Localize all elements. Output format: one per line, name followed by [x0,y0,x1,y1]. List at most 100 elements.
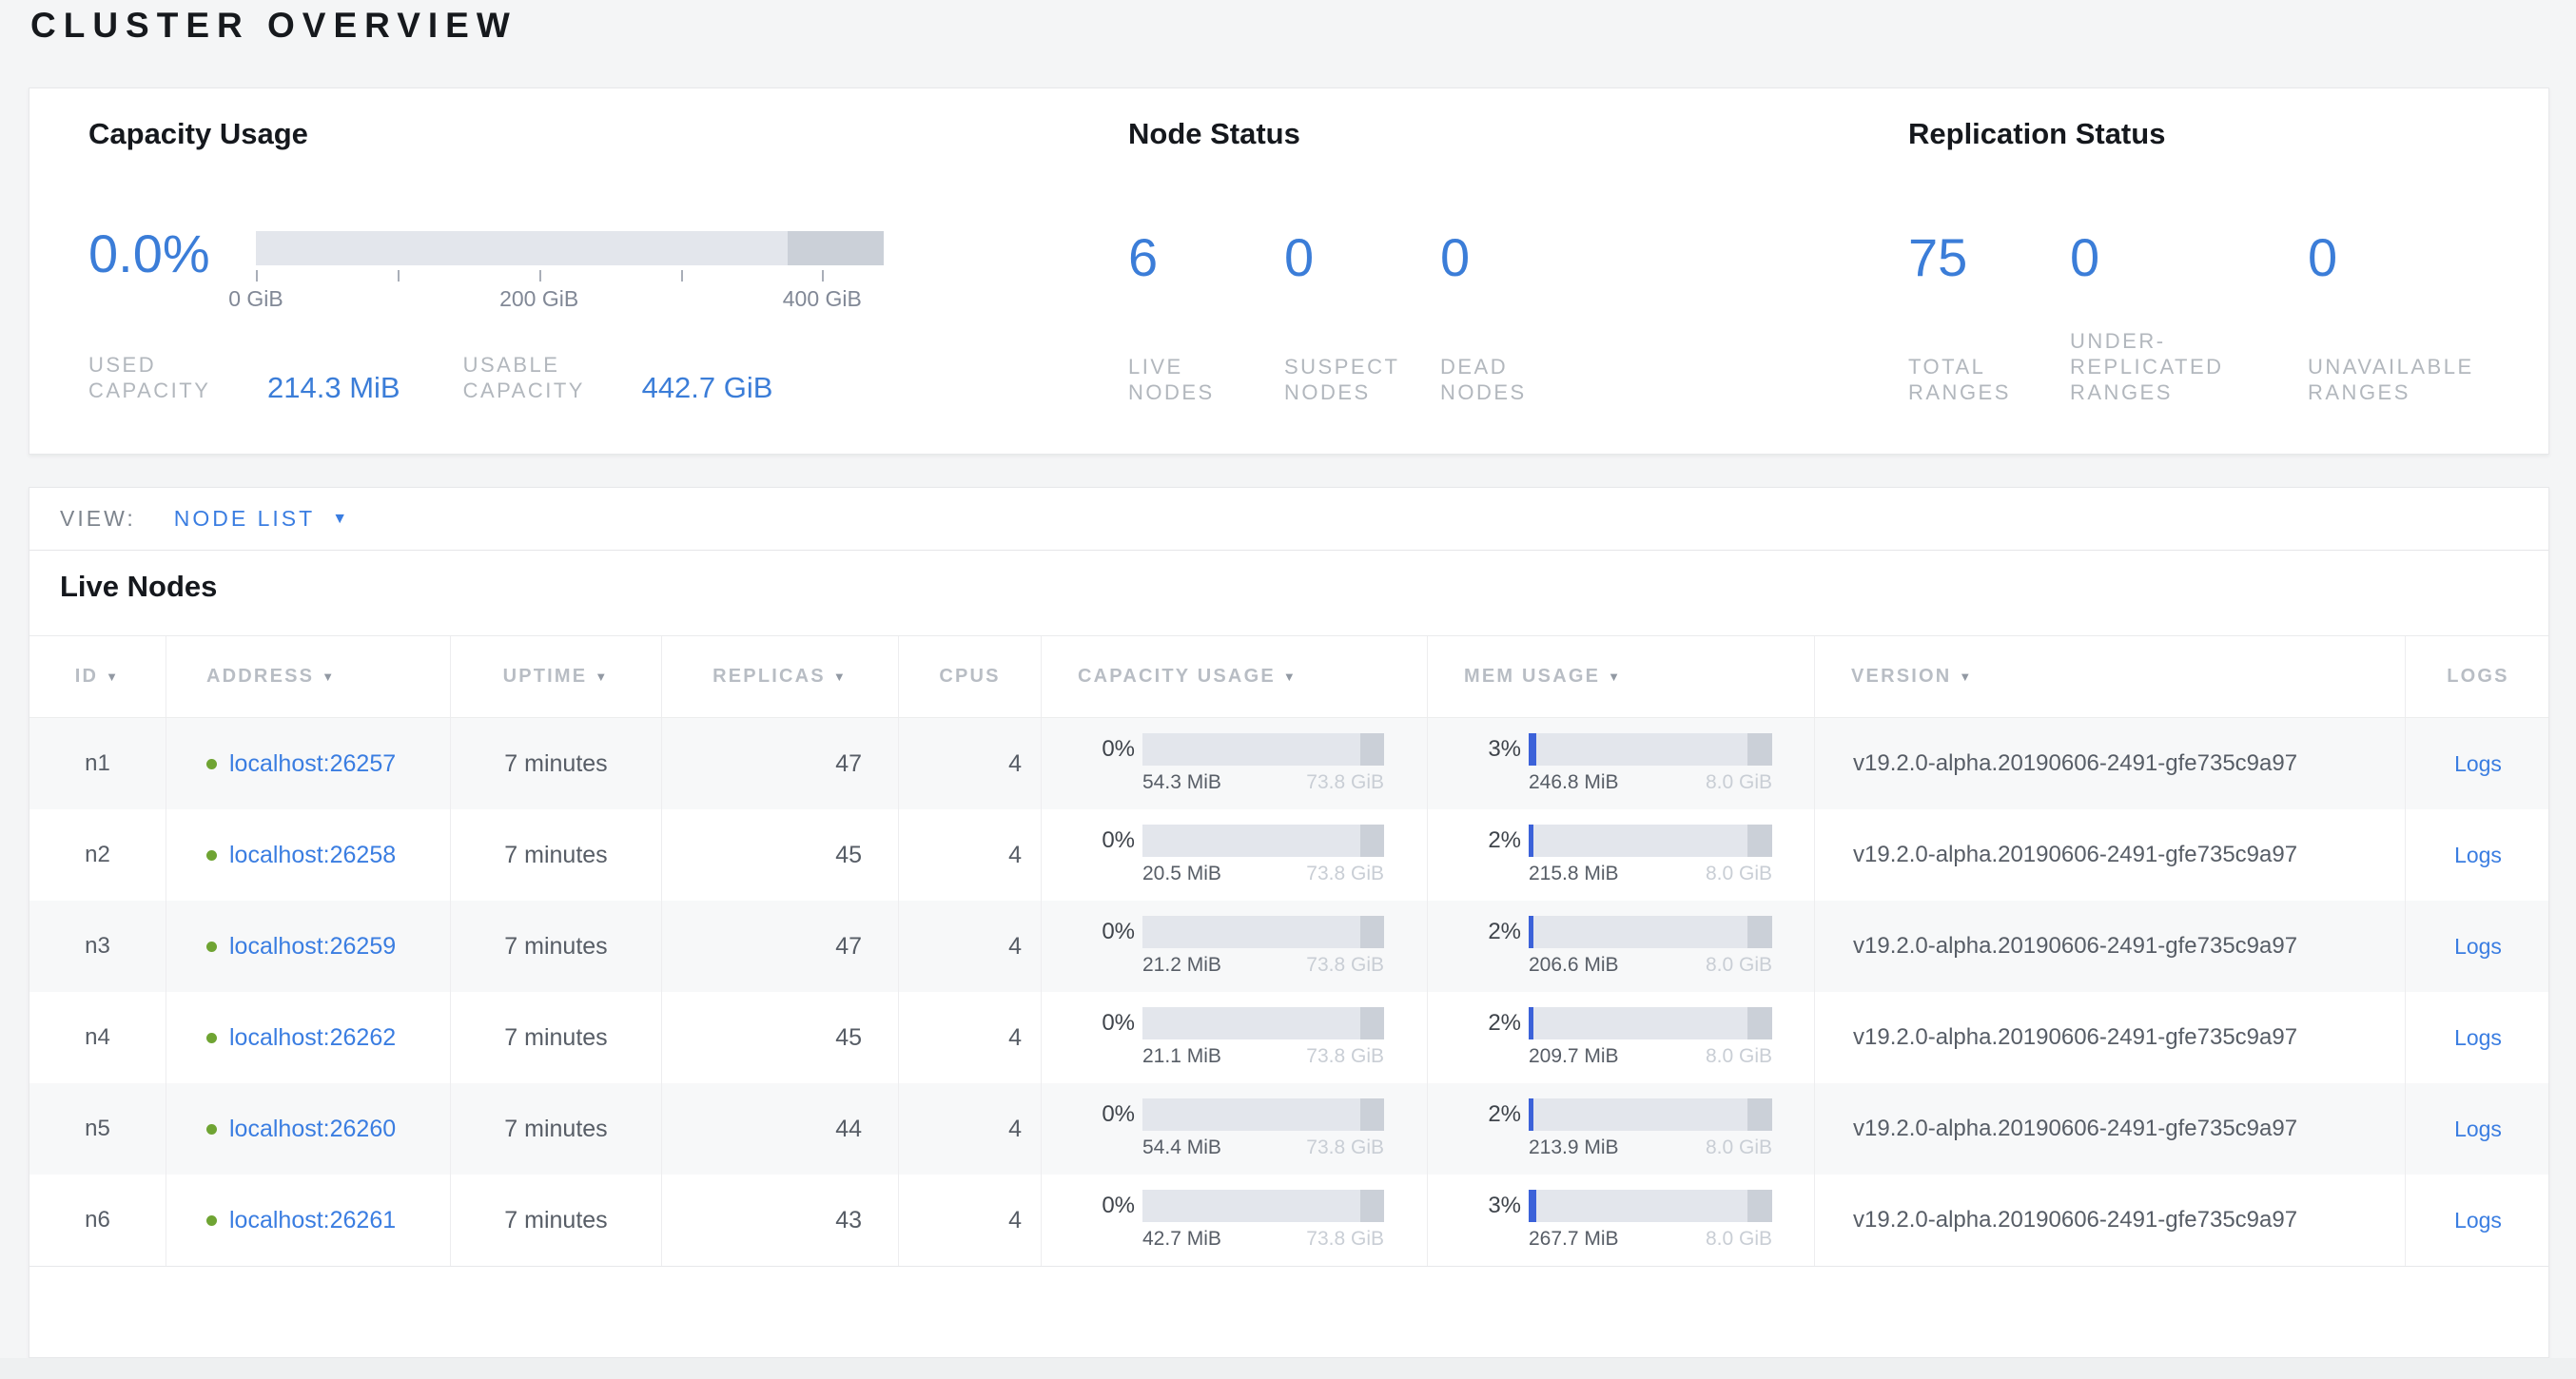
logs-link[interactable]: Logs [2454,1208,2502,1233]
suspect-nodes-count: 0 [1284,231,1440,284]
version-cell: v19.2.0-alpha.20190606-2491-gfe735c9a97 [1814,992,2405,1083]
total-ranges-stat: 75 TOTAL RANGES [1908,231,2070,456]
view-selected-value: NODE LIST [174,506,315,532]
capacity-axis-ticks [256,270,884,283]
meter-used-value: 213.9 MiB [1529,1136,1619,1159]
usable-capacity-value: 442.7 GiB [642,371,773,405]
header-replicas[interactable]: REPLICAS▼ [661,636,898,717]
capacity-usage-cell: 0%21.1 MiB73.8 GiB [1041,992,1427,1083]
capacity-usage-cell: 0%20.5 MiB73.8 GiB [1041,809,1427,901]
meter-used-value: 21.2 MiB [1142,954,1221,977]
meter-total-value: 8.0 GiB [1706,863,1772,885]
view-bar: VIEW: NODE LIST ▼ [29,488,2548,551]
node-address-link[interactable]: localhost:26260 [229,1116,396,1143]
header-version[interactable]: VERSION▼ [1814,636,2405,717]
node-address-link[interactable]: localhost:26259 [229,933,396,961]
page-title: CLUSTER OVERVIEW [30,6,517,46]
uptime-cell: 7 minutes [450,718,661,809]
table-body: n1localhost:262577 minutes4740%54.3 MiB7… [29,718,2548,1267]
logs-cell: Logs [2405,992,2550,1083]
logs-link[interactable]: Logs [2454,1025,2502,1051]
node-address-link[interactable]: localhost:26257 [229,750,396,778]
table-row: n3localhost:262597 minutes4740%21.2 MiB7… [29,901,2548,992]
mem-usage-cell: 3%246.8 MiB8.0 GiB [1427,718,1814,809]
node-address-link[interactable]: localhost:26258 [229,842,396,869]
meter-reserved-segment [1360,733,1384,766]
capacity-bar-reserved-segment [788,231,884,265]
used-capacity: USED CAPACITY 214.3 MiB [88,352,400,403]
replicas-cell: 45 [661,809,898,901]
mem-usage-meter: 2%209.7 MiB8.0 GiB [1485,1007,1772,1068]
meter-total-value: 73.8 GiB [1306,1045,1384,1068]
meter-reserved-segment [1747,916,1772,948]
table-row: n5localhost:262607 minutes4440%54.4 MiB7… [29,1083,2548,1175]
capacity-details: USED CAPACITY 214.3 MiB USABLE CAPACITY … [88,352,772,403]
replicas-cell: 47 [661,718,898,809]
header-logs: LOGS [2405,636,2550,717]
meter-total-value: 8.0 GiB [1706,1228,1772,1251]
node-id-cell: n2 [29,809,166,901]
meter-used-value: 20.5 MiB [1142,863,1221,885]
capacity-usage-bar [256,231,884,265]
meter-total-value: 8.0 GiB [1706,1045,1772,1068]
sort-desc-icon: ▼ [833,670,848,684]
meter-percent: 0% [1099,919,1135,945]
cpus-cell: 4 [898,992,1041,1083]
mem-usage-meter: 3%267.7 MiB8.0 GiB [1485,1190,1772,1251]
table-row: n6localhost:262617 minutes4340%42.7 MiB7… [29,1175,2548,1266]
unavailable-ranges-label: UNAVAILABLE RANGES [2308,354,2488,405]
uptime-cell: 7 minutes [450,1175,661,1266]
meter-bar [1529,916,1772,948]
node-status-title: Node Status [1128,117,1300,151]
meter-total-value: 8.0 GiB [1706,1136,1772,1159]
node-id-cell: n6 [29,1175,166,1266]
header-id[interactable]: ID▼ [29,636,166,717]
replicas-cell: 45 [661,992,898,1083]
cpus-cell: 4 [898,809,1041,901]
node-id-cell: n4 [29,992,166,1083]
logs-link[interactable]: Logs [2454,1117,2502,1142]
meter-bar [1142,733,1384,766]
capacity-usage-meter: 0%42.7 MiB73.8 GiB [1099,1190,1384,1251]
cluster-summary-card: Capacity Usage 0.0% [29,87,2549,455]
mem-usage-cell: 3%267.7 MiB8.0 GiB [1427,1175,1814,1266]
mem-usage-cell: 2%206.6 MiB8.0 GiB [1427,901,1814,992]
node-address-link[interactable]: localhost:26261 [229,1207,396,1234]
node-address-link[interactable]: localhost:26262 [229,1024,396,1052]
uptime-cell: 7 minutes [450,809,661,901]
version-cell: v19.2.0-alpha.20190606-2491-gfe735c9a97 [1814,901,2405,992]
logs-link[interactable]: Logs [2454,934,2502,960]
view-selector-dropdown[interactable]: NODE LIST ▼ [174,506,347,532]
meter-bar [1142,825,1384,857]
logs-cell: Logs [2405,901,2550,992]
meter-fill [1529,916,1533,948]
header-capacity-usage[interactable]: CAPACITY USAGE▼ [1041,636,1427,717]
header-mem-usage[interactable]: MEM USAGE▼ [1427,636,1814,717]
table-row: n1localhost:262577 minutes4740%54.3 MiB7… [29,718,2548,809]
meter-total-value: 8.0 GiB [1706,954,1772,977]
axis-label-0: 0 GiB [228,286,283,312]
capacity-usage-cell: 0%42.7 MiB73.8 GiB [1041,1175,1427,1266]
meter-bar [1142,1190,1384,1222]
header-uptime[interactable]: UPTIME▼ [450,636,661,717]
meter-bar [1529,1007,1772,1039]
dropdown-arrow-icon: ▼ [332,511,347,528]
meter-percent: 0% [1099,1010,1135,1037]
live-dot-icon [206,1033,217,1043]
header-address[interactable]: ADDRESS▼ [166,636,450,717]
version-cell: v19.2.0-alpha.20190606-2491-gfe735c9a97 [1814,1083,2405,1175]
capacity-usage-meter: 0%54.4 MiB73.8 GiB [1099,1098,1384,1159]
logs-link[interactable]: Logs [2454,843,2502,868]
meter-percent: 0% [1099,1101,1135,1128]
mem-usage-cell: 2%215.8 MiB8.0 GiB [1427,809,1814,901]
total-ranges-label: TOTAL RANGES [1908,354,2051,405]
meter-used-value: 54.3 MiB [1142,771,1221,794]
meter-percent: 2% [1485,1101,1521,1128]
logs-cell: Logs [2405,809,2550,901]
sort-desc-icon: ▼ [322,670,336,684]
logs-link[interactable]: Logs [2454,751,2502,777]
live-nodes-title: Live Nodes [60,570,2548,604]
live-nodes-table: ID▼ ADDRESS▼ UPTIME▼ REPLICAS▼ CPUS CAPA… [29,635,2548,1267]
dead-nodes-label: DEAD NODES [1440,354,1578,405]
meter-fill [1529,1190,1536,1222]
